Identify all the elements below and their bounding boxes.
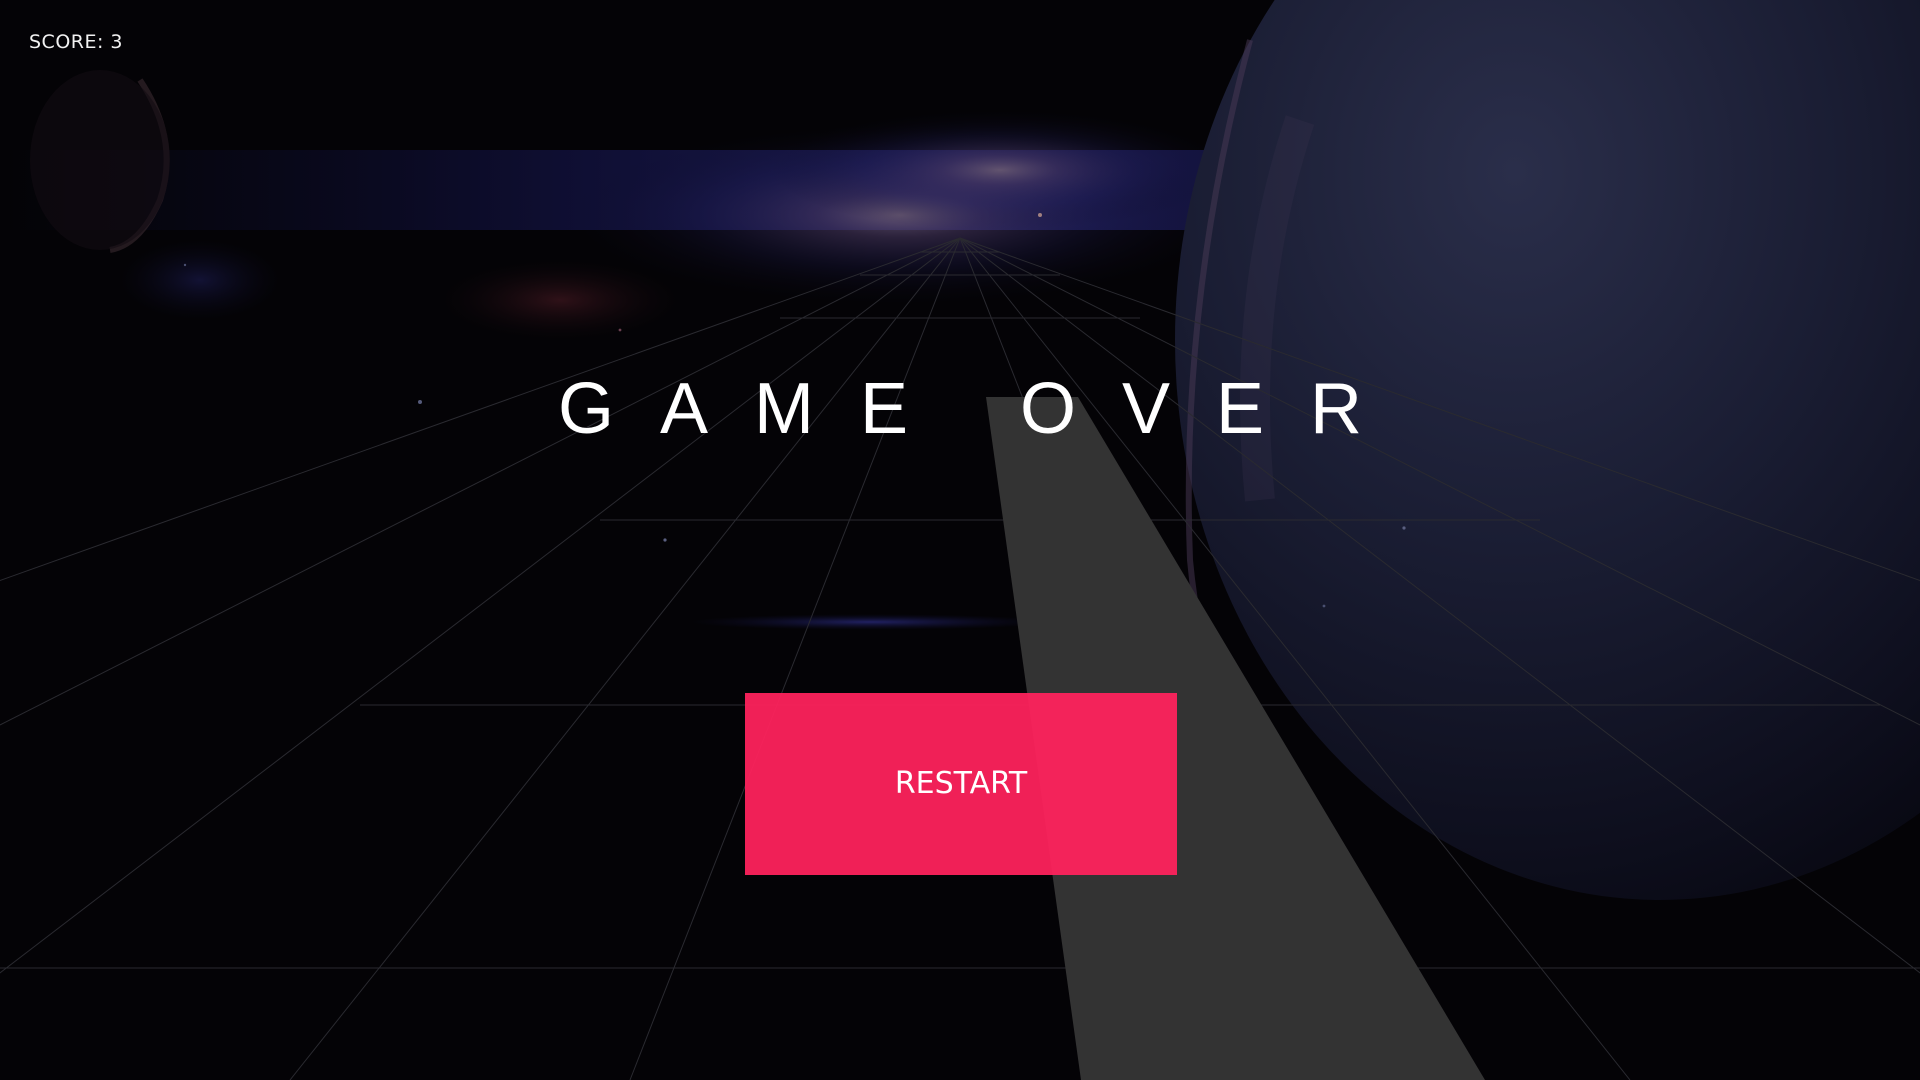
game-scene: SCORE: 3 GAME OVER RESTART (0, 0, 1920, 1080)
restart-button[interactable]: RESTART (745, 693, 1177, 875)
score-display: SCORE: 3 (29, 31, 124, 53)
perspective-grid (0, 237, 1920, 1080)
game-over-title: GAME OVER (557, 369, 1409, 449)
